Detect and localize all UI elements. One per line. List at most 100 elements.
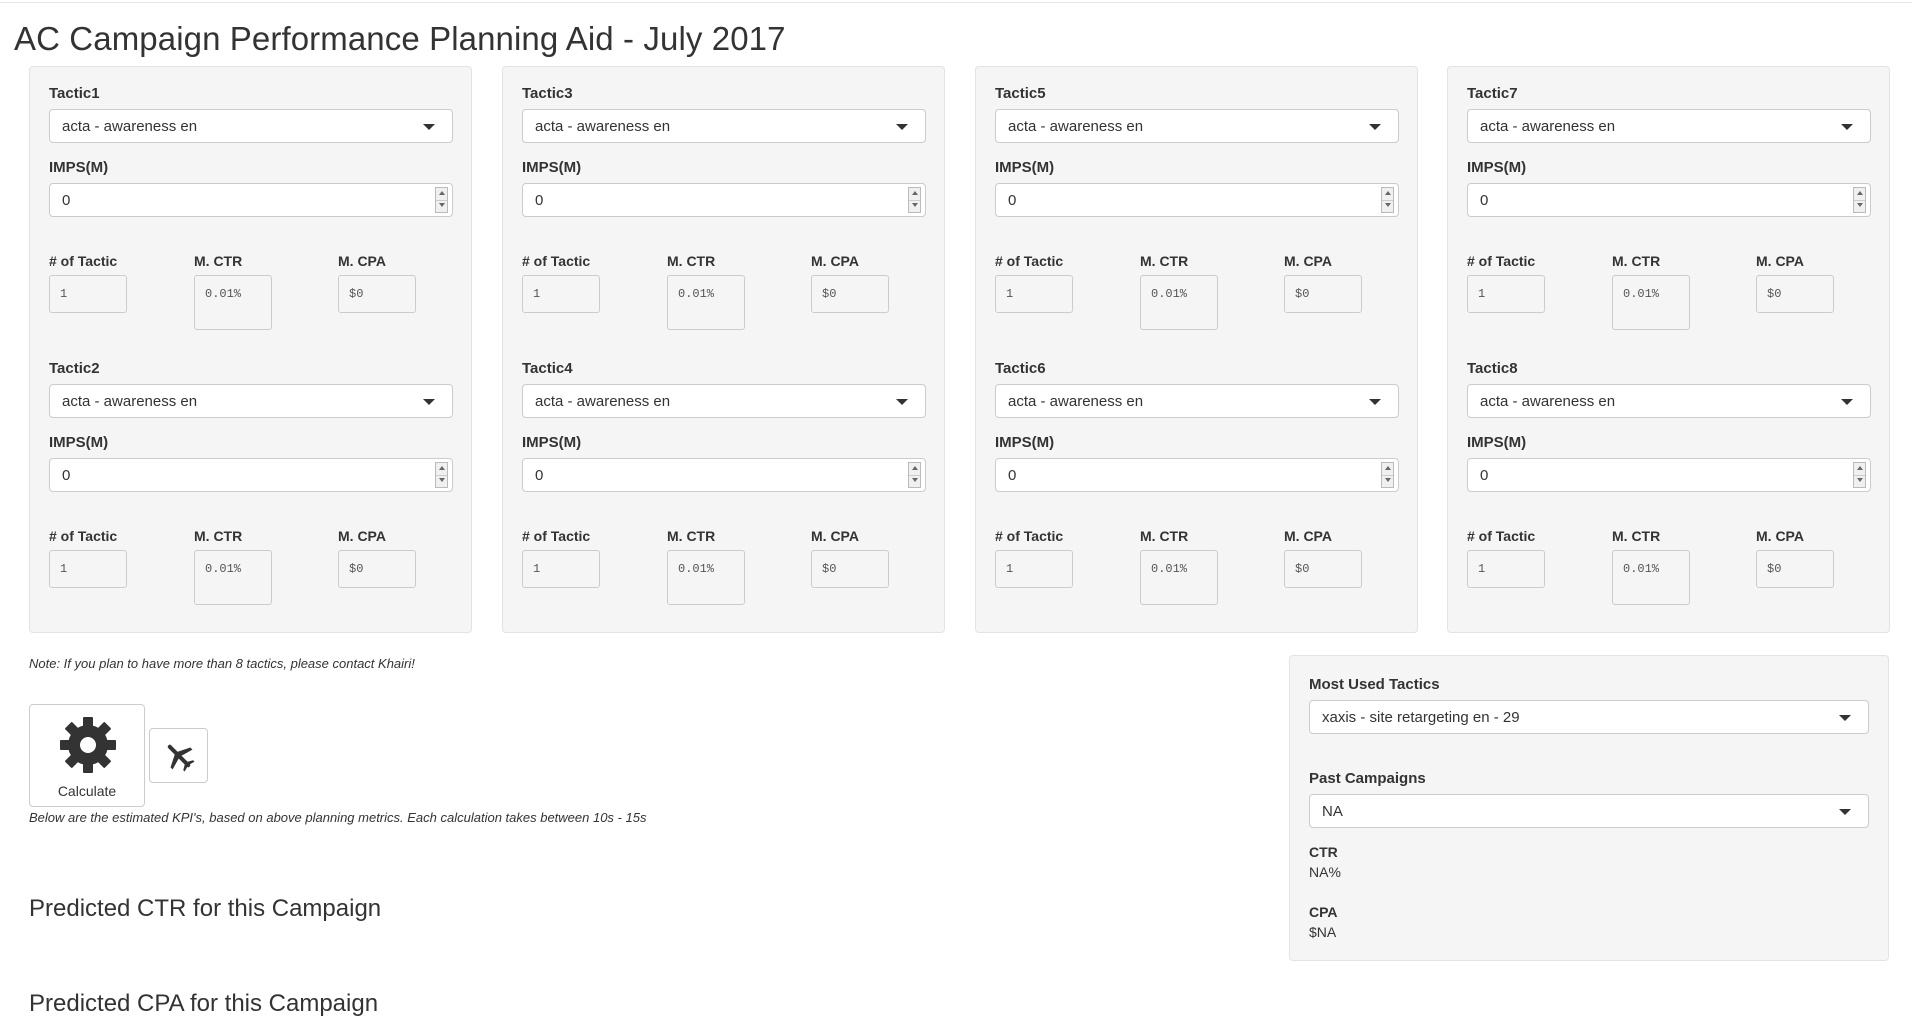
imps-value: 0 bbox=[535, 192, 544, 209]
mean-ctr-field[interactable]: 0.01% bbox=[1140, 550, 1218, 605]
tactic-label: Tactic8 bbox=[1467, 360, 1518, 377]
number-spinner[interactable] bbox=[1381, 187, 1394, 213]
mean-cpa-field[interactable]: $0 bbox=[338, 275, 416, 313]
tactic-count-field[interactable]: 1 bbox=[522, 550, 600, 588]
past-cpa-label: CPA bbox=[1309, 904, 1338, 920]
tactic-count-field[interactable]: 1 bbox=[995, 275, 1073, 313]
imps-label: IMPS(M) bbox=[49, 159, 109, 176]
mean-cpa-field[interactable]: $0 bbox=[1284, 550, 1362, 588]
tactic-count-field[interactable]: 1 bbox=[1467, 550, 1545, 588]
tactic-count-field[interactable]: 1 bbox=[49, 275, 127, 313]
tactic-panel: Tactic5 acta - awareness en IMPS(M) 0 # of T… bbox=[975, 66, 1418, 633]
tactic-select-value: acta - awareness en bbox=[1480, 118, 1616, 135]
imps-input[interactable]: 0 bbox=[49, 183, 453, 217]
spin-up-icon[interactable] bbox=[1385, 466, 1391, 470]
tactic-select[interactable]: acta - awareness en bbox=[522, 109, 926, 143]
tactic-count-field[interactable]: 1 bbox=[49, 550, 127, 588]
mean-ctr-label: M. CTR bbox=[194, 528, 243, 544]
imps-label: IMPS(M) bbox=[522, 434, 582, 451]
tactic-select[interactable]: acta - awareness en bbox=[49, 384, 453, 418]
imps-label: IMPS(M) bbox=[49, 434, 109, 451]
imps-input[interactable]: 0 bbox=[49, 458, 453, 492]
tactic-select[interactable]: acta - awareness en bbox=[49, 109, 453, 143]
number-spinner[interactable] bbox=[1381, 462, 1394, 488]
imps-input[interactable]: 0 bbox=[522, 183, 926, 217]
spin-down-icon[interactable] bbox=[912, 203, 918, 207]
imps-input[interactable]: 0 bbox=[1467, 183, 1871, 217]
imps-input[interactable]: 0 bbox=[522, 458, 926, 492]
tactic-count-label: # of Tactic bbox=[1467, 528, 1536, 544]
calculate-button[interactable]: Calculate bbox=[29, 704, 145, 807]
tactic-select[interactable]: acta - awareness en bbox=[995, 109, 1399, 143]
caret-down-icon bbox=[1839, 715, 1851, 721]
top-divider bbox=[0, 2, 1912, 3]
mean-ctr-field[interactable]: 0.01% bbox=[194, 275, 272, 330]
gear-icon bbox=[60, 717, 116, 773]
spinner-divider bbox=[909, 475, 920, 476]
mean-ctr-field[interactable]: 0.01% bbox=[667, 550, 745, 605]
spin-up-icon[interactable] bbox=[912, 466, 918, 470]
spin-down-icon[interactable] bbox=[439, 203, 445, 207]
mean-ctr-field[interactable]: 0.01% bbox=[194, 550, 272, 605]
mean-cpa-field[interactable]: $0 bbox=[811, 275, 889, 313]
tactic-select[interactable]: acta - awareness en bbox=[995, 384, 1399, 418]
spin-down-icon[interactable] bbox=[1385, 478, 1391, 482]
most-used-tactics-value: xaxis - site retargeting en - 29 bbox=[1322, 709, 1520, 726]
most-used-tactics-select[interactable]: xaxis - site retargeting en - 29 bbox=[1309, 700, 1869, 734]
spin-down-icon[interactable] bbox=[1857, 203, 1863, 207]
mean-cpa-label: M. CPA bbox=[1284, 253, 1332, 269]
mean-cpa-field[interactable]: $0 bbox=[1284, 275, 1362, 313]
mean-cpa-field[interactable]: $0 bbox=[338, 550, 416, 588]
spin-down-icon[interactable] bbox=[912, 478, 918, 482]
number-spinner[interactable] bbox=[908, 462, 921, 488]
spin-up-icon[interactable] bbox=[912, 191, 918, 195]
tactic-select[interactable]: acta - awareness en bbox=[522, 384, 926, 418]
number-spinner[interactable] bbox=[1853, 187, 1866, 213]
number-spinner[interactable] bbox=[908, 187, 921, 213]
past-campaigns-select[interactable]: NA bbox=[1309, 794, 1869, 828]
mean-cpa-label: M. CPA bbox=[811, 253, 859, 269]
tactic-count-field[interactable]: 1 bbox=[1467, 275, 1545, 313]
tactic-label: Tactic5 bbox=[995, 85, 1046, 102]
mean-cpa-field[interactable]: $0 bbox=[1756, 550, 1834, 588]
caret-down-icon bbox=[423, 399, 435, 405]
spin-down-icon[interactable] bbox=[1385, 203, 1391, 207]
spinner-divider bbox=[1854, 475, 1865, 476]
spin-up-icon[interactable] bbox=[439, 466, 445, 470]
number-spinner[interactable] bbox=[1853, 462, 1866, 488]
mean-cpa-field[interactable]: $0 bbox=[1756, 275, 1834, 313]
mean-ctr-field[interactable]: 0.01% bbox=[667, 275, 745, 330]
imps-input[interactable]: 0 bbox=[995, 458, 1399, 492]
caret-down-icon bbox=[1841, 399, 1853, 405]
spin-up-icon[interactable] bbox=[1857, 191, 1863, 195]
caret-down-icon bbox=[1369, 399, 1381, 405]
imps-input[interactable]: 0 bbox=[995, 183, 1399, 217]
tactic-count-label: # of Tactic bbox=[49, 253, 118, 269]
mean-ctr-label: M. CTR bbox=[1612, 253, 1661, 269]
mean-ctr-field[interactable]: 0.01% bbox=[1612, 550, 1690, 605]
spin-up-icon[interactable] bbox=[1385, 191, 1391, 195]
mean-cpa-label: M. CPA bbox=[338, 253, 386, 269]
mean-ctr-field[interactable]: 0.01% bbox=[1612, 275, 1690, 330]
tactic-count-field[interactable]: 1 bbox=[522, 275, 600, 313]
spin-down-icon[interactable] bbox=[439, 478, 445, 482]
number-spinner[interactable] bbox=[435, 187, 448, 213]
tactic-select[interactable]: acta - awareness en bbox=[1467, 109, 1871, 143]
spin-down-icon[interactable] bbox=[1857, 478, 1863, 482]
airplane-button[interactable] bbox=[149, 728, 208, 783]
spin-up-icon[interactable] bbox=[439, 191, 445, 195]
imps-label: IMPS(M) bbox=[1467, 159, 1527, 176]
tactic-select[interactable]: acta - awareness en bbox=[1467, 384, 1871, 418]
imps-value: 0 bbox=[1480, 192, 1489, 209]
mean-cpa-field[interactable]: $0 bbox=[811, 550, 889, 588]
spin-up-icon[interactable] bbox=[1857, 466, 1863, 470]
tactic-count-field[interactable]: 1 bbox=[995, 550, 1073, 588]
spinner-divider bbox=[1854, 200, 1865, 201]
mean-ctr-label: M. CTR bbox=[667, 253, 716, 269]
imps-input[interactable]: 0 bbox=[1467, 458, 1871, 492]
number-spinner[interactable] bbox=[435, 462, 448, 488]
spinner-divider bbox=[436, 475, 447, 476]
mean-ctr-field[interactable]: 0.01% bbox=[1140, 275, 1218, 330]
tactic-panel: Tactic1 acta - awareness en IMPS(M) 0 # of T… bbox=[29, 66, 472, 633]
imps-label: IMPS(M) bbox=[1467, 434, 1527, 451]
